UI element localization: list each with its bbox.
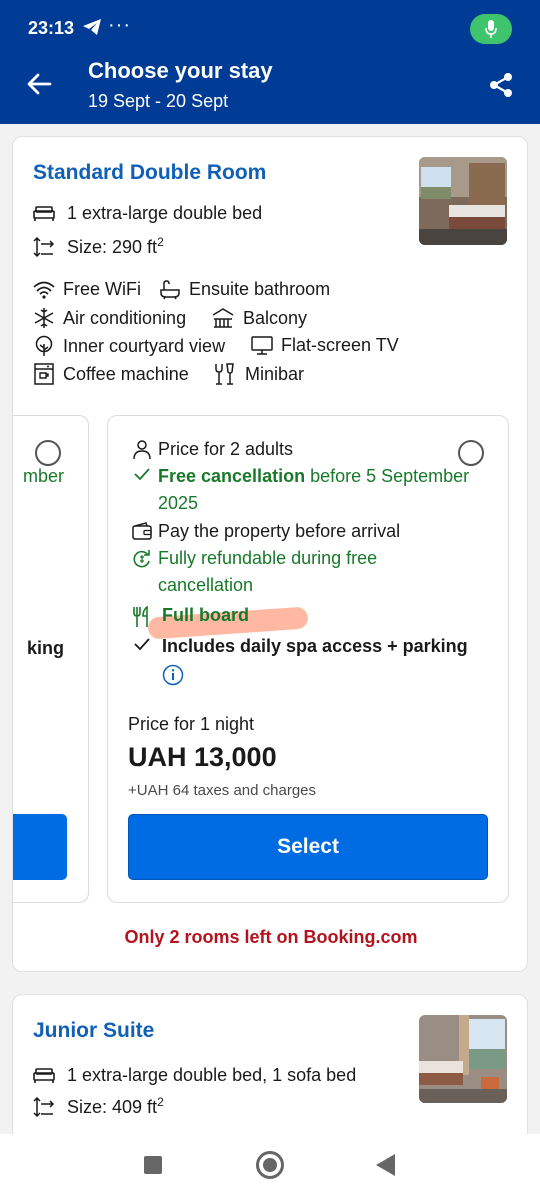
- bed-icon: [33, 205, 55, 221]
- includes-row: Includes daily spa access + parking: [128, 633, 468, 660]
- size-label: Size: 290 ft2: [67, 235, 164, 257]
- size-info: Size: 290 ft2: [33, 235, 164, 258]
- recent-apps-icon[interactable]: [144, 1156, 162, 1174]
- option-radio-previous[interactable]: [35, 440, 61, 466]
- rate-option-full-board[interactable]: Price for 2 adults Free cancellation bef…: [107, 415, 509, 903]
- tree-icon: [35, 335, 53, 356]
- check-icon: [134, 638, 150, 651]
- facility-balcony: Balcony: [211, 307, 307, 329]
- facility-coffee-machine: Coffee machine: [33, 363, 189, 385]
- person-icon: [133, 440, 151, 460]
- previous-option-select-button[interactable]: [13, 814, 67, 880]
- bed-info: 1 extra-large double bed: [33, 203, 262, 224]
- room-photo[interactable]: [419, 1015, 507, 1103]
- previous-option-cancel-fragment: mber: [22, 466, 64, 486]
- facility-tv: Flat-screen TV: [251, 335, 399, 356]
- size-info: Size: 409 ft2: [33, 1095, 164, 1118]
- microphone-indicator-icon[interactable]: [470, 14, 512, 44]
- facility-minibar: Minibar: [213, 363, 304, 385]
- balcony-icon: [212, 308, 234, 328]
- scarcity-message: Only 2 rooms left on Booking.com: [124, 927, 418, 947]
- free-cancellation-row: Free cancellation before 5 September 2025: [128, 463, 469, 517]
- more-notifications-icon: ···: [108, 14, 131, 36]
- room-photo[interactable]: [419, 157, 507, 245]
- telegram-icon: [82, 18, 102, 41]
- cutlery-icon: [133, 606, 148, 627]
- guests-row: Price for 2 adults: [128, 436, 293, 463]
- facility-ensuite: Ensuite bathroom: [159, 279, 330, 300]
- check-icon: [134, 468, 150, 481]
- stay-dates: 19 Sept - 20 Sept: [88, 91, 229, 111]
- minibar-icon: [215, 363, 234, 385]
- room-name-link[interactable]: Standard Double Room: [33, 161, 266, 185]
- bed-icon: [33, 1067, 55, 1083]
- rate-option-previous[interactable]: mber king: [13, 415, 89, 903]
- back-arrow-icon[interactable]: [26, 72, 52, 101]
- app-header: 23:13 ··· Choose your stay 19 Sept - 20 …: [0, 0, 540, 124]
- taxes-label: +UAH 64 taxes and charges: [128, 782, 317, 799]
- room-size-icon: [33, 236, 55, 257]
- wallet-icon: [132, 522, 152, 540]
- status-bar: 23:13 ···: [0, 0, 540, 60]
- pay-at-property-row: Pay the property before arrival: [128, 518, 400, 545]
- price-value: UAH 13,000: [128, 742, 277, 772]
- page-title: Choose your stay: [88, 58, 273, 83]
- price-label: Price for 1 night: [128, 714, 255, 734]
- meal-plan-row: Full board: [128, 602, 249, 629]
- room-card-junior-suite: Junior Suite 1 extra-large double bed, 1…: [12, 994, 528, 1154]
- coffee-machine-icon: [34, 363, 54, 385]
- facility-wifi: Free WiFi: [33, 279, 141, 300]
- refund-icon: [133, 550, 150, 568]
- snowflake-icon: [34, 308, 54, 328]
- share-icon[interactable]: [488, 72, 514, 103]
- room-size-icon: [33, 1096, 55, 1117]
- wifi-icon: [33, 281, 55, 299]
- room-name-link[interactable]: Junior Suite: [33, 1019, 154, 1043]
- system-navigation-bar: [0, 1134, 540, 1200]
- facility-air-conditioning: Air conditioning: [33, 307, 186, 329]
- bath-icon: [160, 279, 180, 299]
- room-card-standard-double: Standard Double Room 1 extra-large doubl…: [12, 136, 528, 972]
- home-icon[interactable]: [256, 1151, 284, 1179]
- bed-info: 1 extra-large double bed, 1 sofa bed: [33, 1065, 356, 1086]
- status-time: 23:13: [28, 18, 75, 38]
- previous-option-includes-fragment: king: [26, 638, 64, 658]
- info-icon[interactable]: [162, 664, 184, 691]
- refundable-row: Fully refundable during free cancellation: [128, 545, 377, 599]
- bed-label: 1 extra-large double bed: [67, 203, 263, 223]
- tv-icon: [251, 335, 273, 355]
- select-button[interactable]: Select: [128, 814, 488, 880]
- facility-courtyard-view: Inner courtyard view: [33, 335, 225, 357]
- system-back-icon[interactable]: [376, 1154, 395, 1176]
